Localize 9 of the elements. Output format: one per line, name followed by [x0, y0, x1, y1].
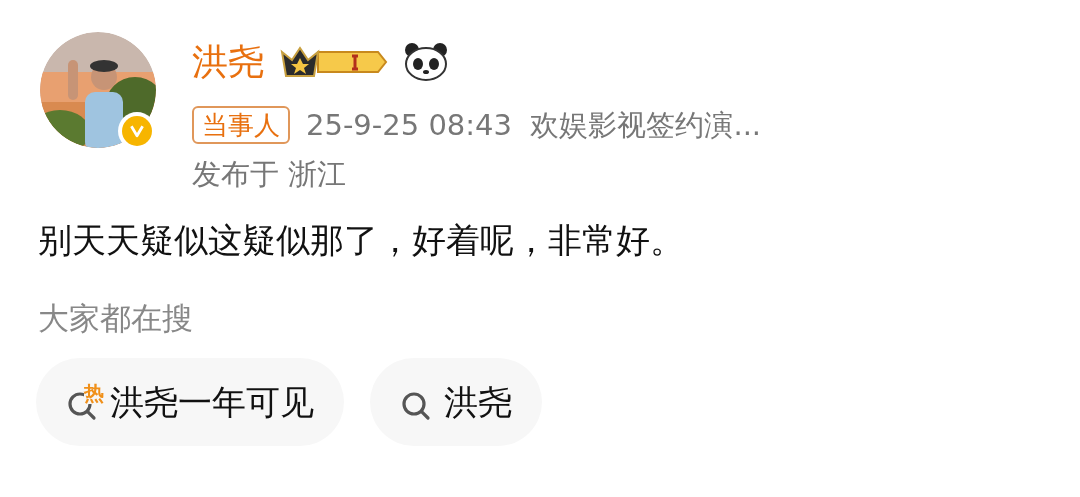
panda-icon	[404, 42, 448, 82]
section-title: 大家都在搜	[37, 303, 194, 334]
hot-badge: 热	[84, 382, 104, 404]
post-text: 别天天疑似这疑似那了，好着呢，非常好。	[37, 223, 685, 257]
post-location: 发布于 浙江	[192, 160, 348, 189]
search-icon	[400, 390, 432, 422]
role-tag: 当事人	[192, 106, 290, 144]
post-meta: 25-9-25 08:43 欢娱影视签约演...	[306, 110, 762, 140]
search-chip[interactable]: 洪尧	[370, 358, 542, 446]
